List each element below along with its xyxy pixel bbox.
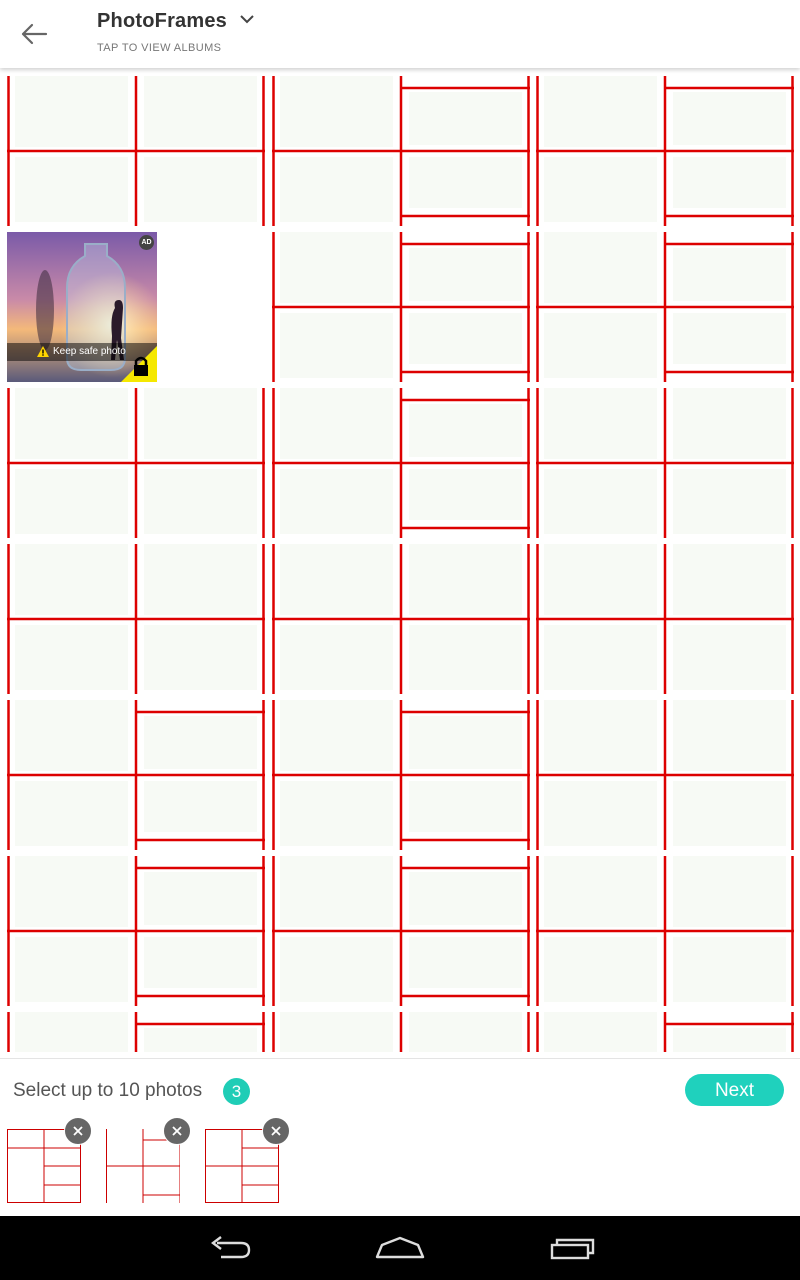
- album-hint: TAP TO VIEW ALBUMS: [97, 42, 222, 54]
- frame-template[interactable]: [536, 856, 794, 1006]
- frame-template[interactable]: [536, 544, 794, 694]
- page-title: PhotoFrames: [97, 10, 228, 32]
- frame-template[interactable]: [272, 544, 530, 694]
- frame-layout: [7, 856, 265, 1006]
- frame-layout: [7, 700, 265, 850]
- remove-thumb-button[interactable]: [64, 1117, 92, 1145]
- frame-layout: [536, 544, 794, 694]
- selection-tray: Select up to 10 photos 3 Next: [0, 1058, 800, 1217]
- frame-template[interactable]: [536, 700, 794, 850]
- frame-layout: [7, 388, 265, 538]
- selection-limit-label: Select up to 10 photos: [13, 1080, 203, 1101]
- frame-template[interactable]: [7, 856, 265, 1006]
- warning-icon: [37, 346, 49, 357]
- app-bar: PhotoFrames TAP TO VIEW ALBUMS: [0, 0, 800, 68]
- nav-recents-button[interactable]: [542, 1228, 602, 1268]
- frame-template[interactable]: [272, 76, 530, 226]
- frame-template[interactable]: [272, 388, 530, 538]
- frame-layout: [536, 1012, 794, 1052]
- nav-recents-icon: [550, 1238, 595, 1260]
- nav-home-icon: [375, 1236, 425, 1259]
- selected-thumb-2[interactable]: [106, 1117, 191, 1203]
- frame-template[interactable]: [536, 76, 794, 226]
- frame-layout: [7, 544, 265, 694]
- next-button[interactable]: Next: [685, 1074, 784, 1106]
- frame-template[interactable]: [7, 388, 265, 538]
- frame-layout: [272, 232, 530, 382]
- frame-layout: [272, 1012, 530, 1052]
- frame-layout: [536, 232, 794, 382]
- frame-layout: [536, 388, 794, 538]
- remove-thumb-button[interactable]: [163, 1117, 191, 1145]
- album-selector[interactable]: PhotoFrames TAP TO VIEW ALBUMS: [97, 10, 255, 54]
- selected-count-badge: 3: [223, 1078, 250, 1105]
- frame-layout: [272, 856, 530, 1006]
- frame-template[interactable]: [272, 1012, 530, 1052]
- back-arrow-icon: [21, 23, 48, 45]
- frame-template[interactable]: [536, 388, 794, 538]
- close-icon: [73, 1126, 83, 1136]
- ad-badge: AD: [139, 235, 154, 250]
- close-icon: [172, 1126, 182, 1136]
- nav-back-button[interactable]: [200, 1228, 260, 1268]
- frame-layout: [7, 1012, 265, 1052]
- frame-layout: [272, 76, 530, 226]
- frame-template[interactable]: [536, 232, 794, 382]
- frame-grid[interactable]: AD Keep safe photo: [0, 76, 800, 1052]
- frame-layout: [272, 544, 530, 694]
- frame-layout: [536, 76, 794, 226]
- frame-template[interactable]: [272, 232, 530, 382]
- frame-layout: [7, 76, 265, 226]
- remove-thumb-button[interactable]: [262, 1117, 290, 1145]
- frame-template[interactable]: [7, 76, 265, 226]
- frame-template[interactable]: [7, 1012, 265, 1052]
- frame-template[interactable]: [536, 1012, 794, 1052]
- ad-tile[interactable]: AD Keep safe photo: [7, 232, 157, 382]
- frame-layout: [536, 856, 794, 1006]
- lock-icon: [121, 346, 157, 382]
- close-icon: [271, 1126, 281, 1136]
- system-nav-bar: [0, 1216, 800, 1280]
- back-button[interactable]: [12, 14, 56, 54]
- frame-template[interactable]: [7, 544, 265, 694]
- nav-back-icon: [211, 1236, 251, 1259]
- frame-template[interactable]: [272, 856, 530, 1006]
- nav-home-button[interactable]: [370, 1228, 430, 1268]
- frame-layout: [536, 700, 794, 850]
- chevron-down-icon: [240, 15, 255, 24]
- selected-thumb-3[interactable]: [205, 1117, 290, 1203]
- frame-template[interactable]: [272, 700, 530, 850]
- frame-layout: [272, 700, 530, 850]
- selected-thumb-1[interactable]: [7, 1117, 92, 1203]
- frame-layout: [272, 388, 530, 538]
- frame-template[interactable]: [7, 700, 265, 850]
